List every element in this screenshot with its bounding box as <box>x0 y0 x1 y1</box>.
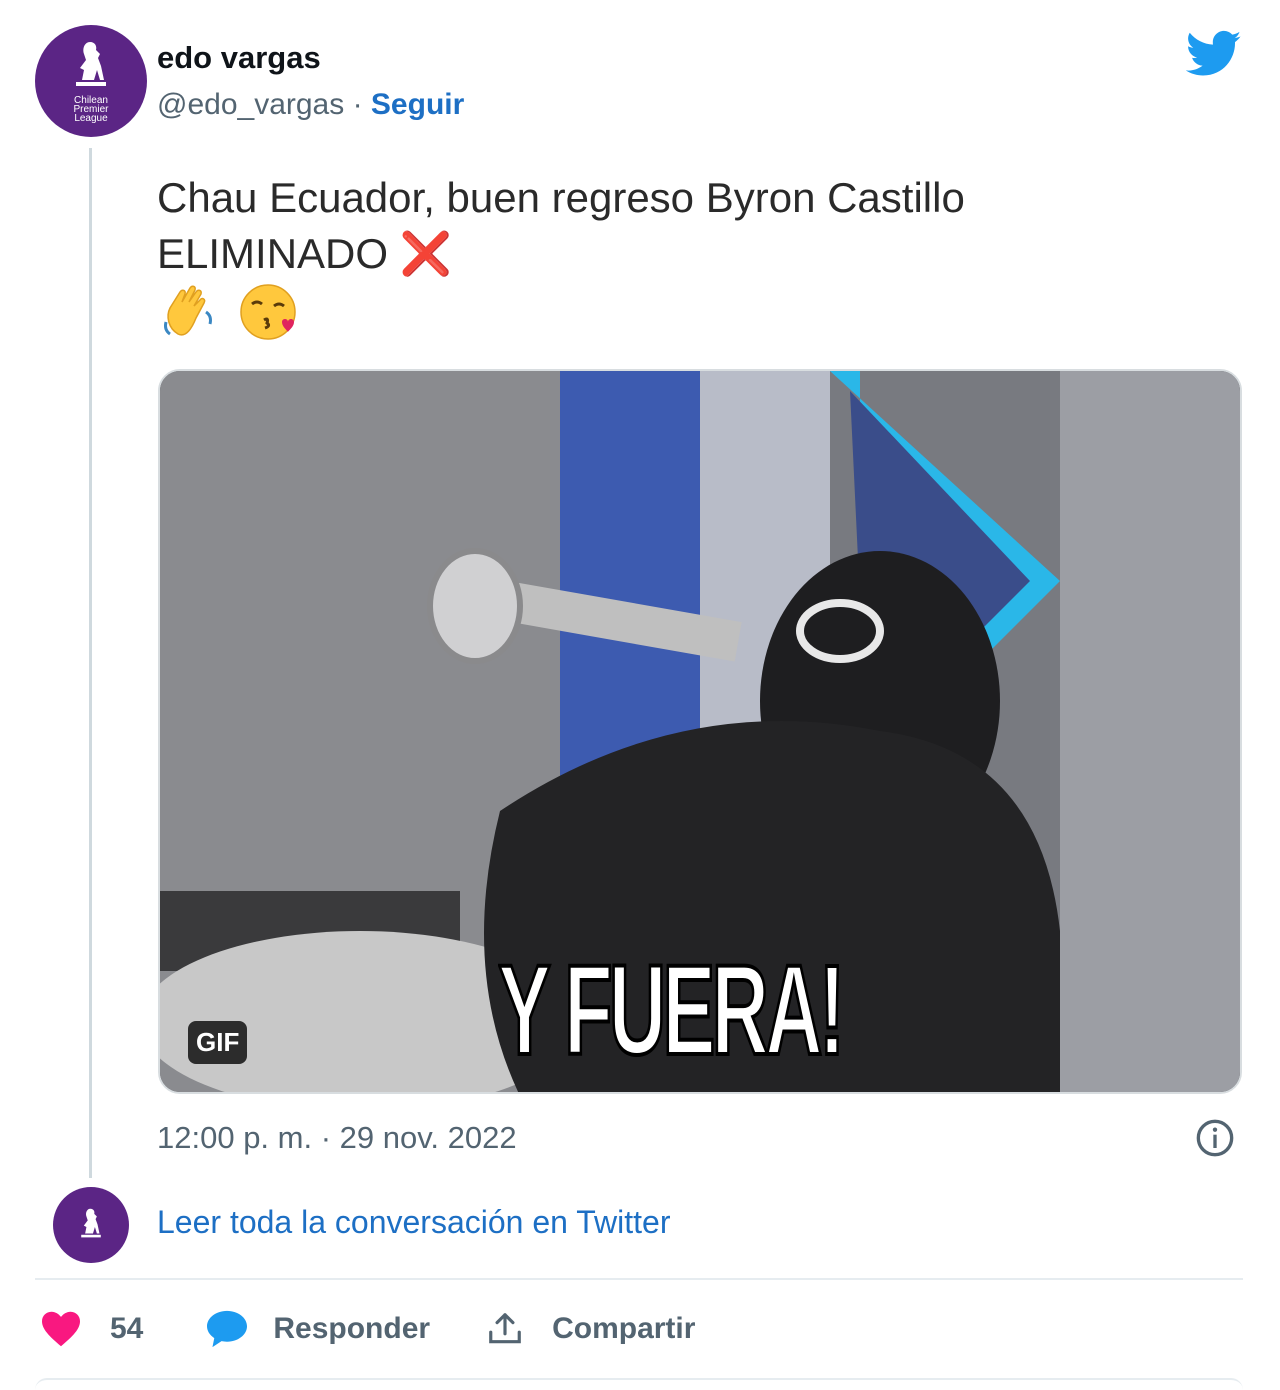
author-handle[interactable]: @edo_vargas <box>157 88 344 121</box>
heart-icon <box>42 1311 80 1347</box>
league-logo-icon <box>81 1208 101 1238</box>
avatar-logo-text: Chilean Premier League <box>73 94 109 124</box>
share-button[interactable]: Compartir <box>486 1310 695 1348</box>
like-count: 54 <box>110 1312 144 1345</box>
share-label: Compartir <box>552 1312 696 1345</box>
handle-row: @edo_vargas · Seguir <box>157 88 464 122</box>
gif-media[interactable]: Y FUERA! GIF <box>158 369 1242 1094</box>
tweet-text: Chau Ecuador, buen regreso Byron Castill… <box>157 170 965 282</box>
tweet-card: Chilean Premier League edo vargas @edo_v… <box>0 0 1280 1388</box>
avatar-small[interactable] <box>53 1187 129 1263</box>
speech-bubble-icon <box>207 1310 248 1348</box>
avatar[interactable]: Chilean Premier League <box>35 25 147 137</box>
info-icon[interactable] <box>1195 1118 1235 1158</box>
thread-line <box>89 148 92 1178</box>
tweet-text-line-1: Chau Ecuador, buen regreso Byron Castill… <box>157 174 965 221</box>
reply-label: Responder <box>273 1312 431 1345</box>
tweet-text-eliminado: ELIMINADO <box>157 230 389 277</box>
cross-mark-icon: ❌ <box>399 230 453 277</box>
gif-badge[interactable]: GIF <box>188 1021 248 1064</box>
read-conversation-link[interactable]: Leer toda la conversación en Twitter <box>157 1204 670 1241</box>
share-upload-icon <box>489 1313 521 1344</box>
follow-button[interactable]: Seguir <box>371 88 464 121</box>
action-bar: 54 Responder Compartir <box>40 1305 695 1353</box>
like-button[interactable]: 54 <box>40 1310 143 1348</box>
tweet-timestamp[interactable]: 12:00 p. m. · 29 nov. 2022 <box>157 1120 517 1156</box>
tweet-text-line-2: ELIMINADO ❌ <box>157 226 965 282</box>
next-card-edge <box>35 1378 1243 1390</box>
emoji-row <box>160 282 298 342</box>
face-blowing-kiss-icon <box>240 284 296 340</box>
handle-separator: · <box>344 88 371 121</box>
gif-caption: Y FUERA! <box>497 939 847 1083</box>
waving-hand-icon <box>164 285 212 336</box>
divider <box>35 1278 1243 1280</box>
league-logo-icon <box>76 41 106 86</box>
twitter-bird-icon[interactable] <box>1186 30 1242 78</box>
author-name[interactable]: edo vargas <box>157 40 321 76</box>
reply-button[interactable]: Responder <box>205 1309 430 1349</box>
